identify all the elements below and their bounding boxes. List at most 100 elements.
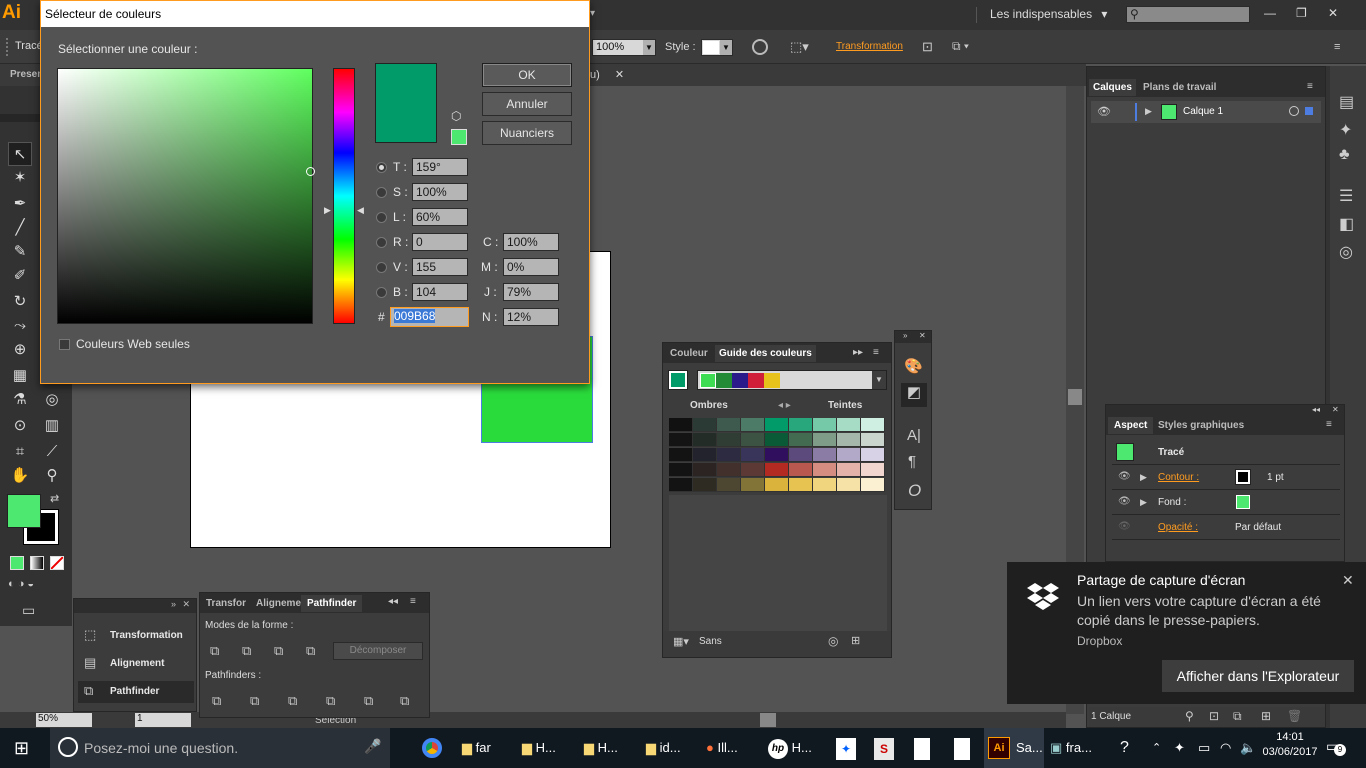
symbol-sprayer-icon[interactable]: ⊙ xyxy=(8,414,32,438)
tray-chevron-icon[interactable]: ⌃ xyxy=(1152,728,1161,768)
color-variation-swatch[interactable] xyxy=(861,463,885,477)
taskbar-folder-4[interactable]: ▆ id... xyxy=(646,728,681,768)
color-variation-swatch[interactable] xyxy=(837,433,861,447)
tab-pathfinder[interactable]: Pathfinder xyxy=(301,595,363,612)
transparency-icon[interactable]: ◎ xyxy=(1339,242,1353,262)
panel-menu-icon[interactable]: ≡ xyxy=(410,596,416,607)
new-layer-icon[interactable]: ⊞ xyxy=(1261,709,1271,723)
outline-icon[interactable]: ⧉ xyxy=(364,693,373,709)
scrollbar-thumb[interactable] xyxy=(1068,389,1082,405)
color-variation-swatch[interactable] xyxy=(717,418,741,432)
artboard-tool-icon[interactable]: ⌗ xyxy=(8,440,32,464)
width-tool-icon[interactable]: ⤳ xyxy=(8,314,32,338)
color-variation-swatch[interactable] xyxy=(717,463,741,477)
zoom-select[interactable]: 50% xyxy=(36,713,92,727)
recolor-icon[interactable]: ◎ xyxy=(828,634,838,648)
cyan-field[interactable]: 100% xyxy=(503,233,559,251)
color-variation-swatch[interactable] xyxy=(837,478,861,492)
harmony-swatch[interactable] xyxy=(716,373,732,388)
color-variation-swatch[interactable] xyxy=(693,478,717,492)
color-variation-swatch[interactable] xyxy=(765,418,789,432)
side-item-pathfinder[interactable]: ⧉ Pathfinder xyxy=(78,681,194,703)
blue-field[interactable]: 104 xyxy=(412,283,468,301)
document-tab[interactable]: u) ✕ xyxy=(590,68,624,81)
trim-icon[interactable]: ⧉ xyxy=(250,693,259,709)
slice-tool-icon[interactable]: ⟋ xyxy=(40,440,64,464)
tab-graphic-styles[interactable]: Styles graphiques xyxy=(1158,420,1244,431)
color-variation-swatch[interactable] xyxy=(789,463,813,477)
color-variation-swatch[interactable] xyxy=(813,463,837,477)
color-variation-swatch[interactable] xyxy=(765,463,789,477)
wifi-icon[interactable]: ◠ xyxy=(1220,728,1231,768)
brightness-field[interactable]: 60% xyxy=(412,208,468,226)
limit-icon[interactable]: ▦▾ xyxy=(673,635,689,648)
color-variation-swatch[interactable] xyxy=(765,478,789,492)
dropbox-tray-icon[interactable]: ✦ xyxy=(1174,728,1185,768)
locate-icon[interactable]: ⚲ xyxy=(1185,709,1194,723)
color-variation-swatch[interactable] xyxy=(669,433,693,447)
color-mode-icon[interactable] xyxy=(10,556,24,570)
opacity-select[interactable]: 100% ▼ xyxy=(592,39,656,56)
expand-triangle-icon[interactable]: ▶ xyxy=(1140,497,1147,508)
stroke-icon[interactable]: ☰ xyxy=(1339,186,1353,206)
blend-tool-icon[interactable]: ◎ xyxy=(40,388,64,412)
web-colors-checkbox[interactable] xyxy=(59,339,70,350)
pen-tool-icon[interactable]: ✒ xyxy=(8,192,32,216)
hue-slider[interactable] xyxy=(333,68,355,324)
clip-icon[interactable]: ⊡ xyxy=(1209,709,1219,723)
color-variation-swatch[interactable] xyxy=(693,418,717,432)
color-variation-swatch[interactable] xyxy=(837,418,861,432)
action-center-icon[interactable]: ▭ 9 xyxy=(1326,738,1346,758)
dropbox-taskbar-icon[interactable]: ✦ xyxy=(836,728,858,768)
red-radio[interactable] xyxy=(376,237,387,248)
layer-row[interactable]: 👁 ▶ Calque 1 xyxy=(1091,101,1321,123)
microphone-icon[interactable]: 🎤 xyxy=(364,738,381,755)
cancel-button[interactable]: Annuler xyxy=(482,92,572,116)
color-variation-swatch[interactable] xyxy=(693,433,717,447)
isolate-icon[interactable]: ⊡ xyxy=(922,39,933,55)
color-variation-swatch[interactable] xyxy=(669,448,693,462)
saturation-brightness-field[interactable] xyxy=(57,68,315,324)
green-field[interactable]: 155 xyxy=(412,258,468,276)
color-variation-swatch[interactable] xyxy=(741,418,765,432)
close-icon[interactable]: ✕ xyxy=(182,599,190,610)
color-variation-swatch[interactable] xyxy=(789,433,813,447)
battery-icon[interactable]: ▭ xyxy=(1198,728,1210,768)
color-variation-swatch[interactable] xyxy=(741,433,765,447)
pencil-icon[interactable]: ✐ xyxy=(8,264,32,288)
fill-row[interactable]: 👁 ▶ Fond : xyxy=(1112,491,1340,515)
color-variation-swatch[interactable] xyxy=(861,448,885,462)
tab-transform[interactable]: Transfor xyxy=(206,598,246,609)
layer-name[interactable]: Calque 1 xyxy=(1183,106,1223,117)
close-button[interactable]: ✕ xyxy=(1328,6,1338,20)
cortana-search[interactable]: Posez-moi une question. 🎤 xyxy=(50,728,390,768)
clock[interactable]: 14:01 03/06/2017 xyxy=(1262,731,1318,765)
tab-left[interactable]: Presen xyxy=(10,69,43,80)
minus-front-icon[interactable]: ⧉ xyxy=(242,643,251,659)
side-item-alignment[interactable]: ▤ Alignement xyxy=(78,653,194,675)
eye-icon[interactable]: 👁 xyxy=(1118,496,1131,507)
color-variation-swatch[interactable] xyxy=(765,433,789,447)
green-radio[interactable] xyxy=(376,262,387,273)
expand-icon[interactable]: » xyxy=(903,331,907,340)
expand-icon[interactable]: ▸▸ xyxy=(853,347,863,358)
minimize-button[interactable]: — xyxy=(1264,6,1276,20)
color-variation-swatch[interactable] xyxy=(669,418,693,432)
color-picker-handle[interactable] xyxy=(306,167,315,176)
gradient-mode-icon[interactable] xyxy=(30,556,44,570)
color-variation-swatch[interactable] xyxy=(813,418,837,432)
new-sublayer-icon[interactable]: ⧉ xyxy=(1233,709,1242,724)
hand-tool-icon[interactable]: ✋ xyxy=(8,464,32,488)
hue-field[interactable]: 159° xyxy=(412,158,468,176)
swap-colors-icon[interactable]: ⇄ xyxy=(50,492,59,505)
color-variation-swatch[interactable] xyxy=(693,448,717,462)
hue-radio[interactable] xyxy=(376,162,387,173)
merge-icon[interactable]: ⧉ xyxy=(288,693,297,709)
divide-icon[interactable]: ⧉ xyxy=(212,693,221,709)
exclude-icon[interactable]: ⧉ xyxy=(306,643,315,659)
search-input[interactable]: ⚲ xyxy=(1126,6,1250,23)
target-icon[interactable] xyxy=(1289,106,1299,116)
grip-handle[interactable] xyxy=(6,38,10,56)
collapse-icon[interactable]: ◂◂ xyxy=(1312,405,1320,414)
taskbar-hp[interactable]: hp H... xyxy=(768,728,812,768)
